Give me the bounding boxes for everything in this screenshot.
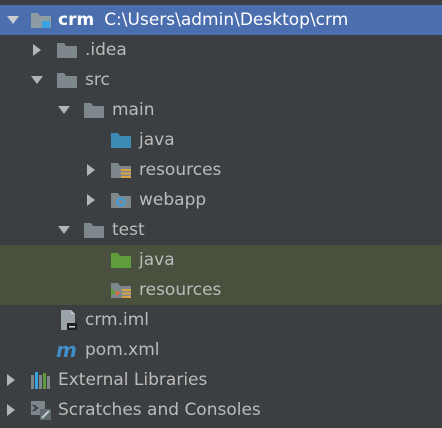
tree-row-idea[interactable]: .idea	[0, 35, 442, 65]
tree-label-scratches: Scratches and Consoles	[58, 400, 261, 420]
chevron-right-icon[interactable]	[84, 193, 98, 207]
chevron-down-icon[interactable]	[57, 103, 71, 117]
chevron-down-icon[interactable]	[30, 73, 44, 87]
tree-label-crm-iml: crm.iml	[85, 310, 150, 330]
maven-icon: m	[56, 339, 77, 361]
tree-label-idea: .idea	[85, 40, 127, 60]
tree-row-main-java[interactable]: java	[0, 125, 442, 155]
tree-row-crm[interactable]: crm C:\Users\admin\Desktop\crm	[0, 5, 442, 35]
module-folder-icon	[31, 13, 51, 28]
source-folder-icon	[111, 133, 131, 148]
chevron-down-icon[interactable]	[6, 13, 20, 27]
folder-icon	[57, 43, 77, 58]
tree-row-test-java[interactable]: java	[0, 245, 442, 275]
chevron-right-icon[interactable]	[30, 43, 44, 57]
tree-label-pom-xml: pom.xml	[85, 340, 160, 360]
folder-icon	[57, 73, 77, 88]
module-name: crm	[58, 10, 95, 30]
tree-row-external-libraries[interactable]: External Libraries	[0, 365, 442, 395]
tree-label-webapp: webapp	[139, 190, 207, 210]
chevron-right-icon[interactable]	[4, 373, 18, 387]
web-folder-icon	[111, 193, 131, 208]
tree-row-pom-xml[interactable]: m pom.xml	[0, 335, 442, 365]
tree-row-test-resources[interactable]: resources	[0, 275, 442, 305]
folder-icon	[84, 223, 104, 238]
tree-row-main-resources[interactable]: resources	[0, 155, 442, 185]
tree-row-src[interactable]: src	[0, 65, 442, 95]
tree-row-webapp[interactable]: webapp	[0, 185, 442, 215]
module-path: C:\Users\admin\Desktop\crm	[104, 10, 349, 30]
test-folder-icon	[111, 253, 131, 268]
tree-label-main-resources: resources	[139, 160, 222, 180]
iml-file-icon	[61, 310, 77, 330]
folder-icon	[84, 103, 104, 118]
tree-row-scratches[interactable]: Scratches and Consoles	[0, 395, 442, 425]
tree-label-test: test	[112, 220, 145, 240]
libraries-icon	[31, 372, 50, 389]
tree-row-crm-iml[interactable]: crm.iml	[0, 305, 442, 335]
chevron-right-icon[interactable]	[84, 163, 98, 177]
test-resources-folder-icon	[111, 283, 131, 298]
chevron-right-icon[interactable]	[4, 403, 18, 417]
resources-folder-icon	[111, 163, 131, 178]
tree-label-test-java: java	[139, 250, 175, 270]
tree-label-test-resources: resources	[139, 280, 222, 300]
tree-row-main[interactable]: main	[0, 95, 442, 125]
tree-label-main-java: java	[139, 130, 175, 150]
chevron-down-icon[interactable]	[57, 223, 71, 237]
tree-label-external-libraries: External Libraries	[58, 370, 208, 390]
scratches-icon	[31, 401, 51, 420]
svg-text:m: m	[56, 339, 77, 361]
project-tree[interactable]: crm C:\Users\admin\Desktop\crm .idea src …	[0, 0, 442, 428]
tree-label-main: main	[112, 100, 155, 120]
tree-row-test[interactable]: test	[0, 215, 442, 245]
tree-label-src: src	[85, 70, 110, 90]
